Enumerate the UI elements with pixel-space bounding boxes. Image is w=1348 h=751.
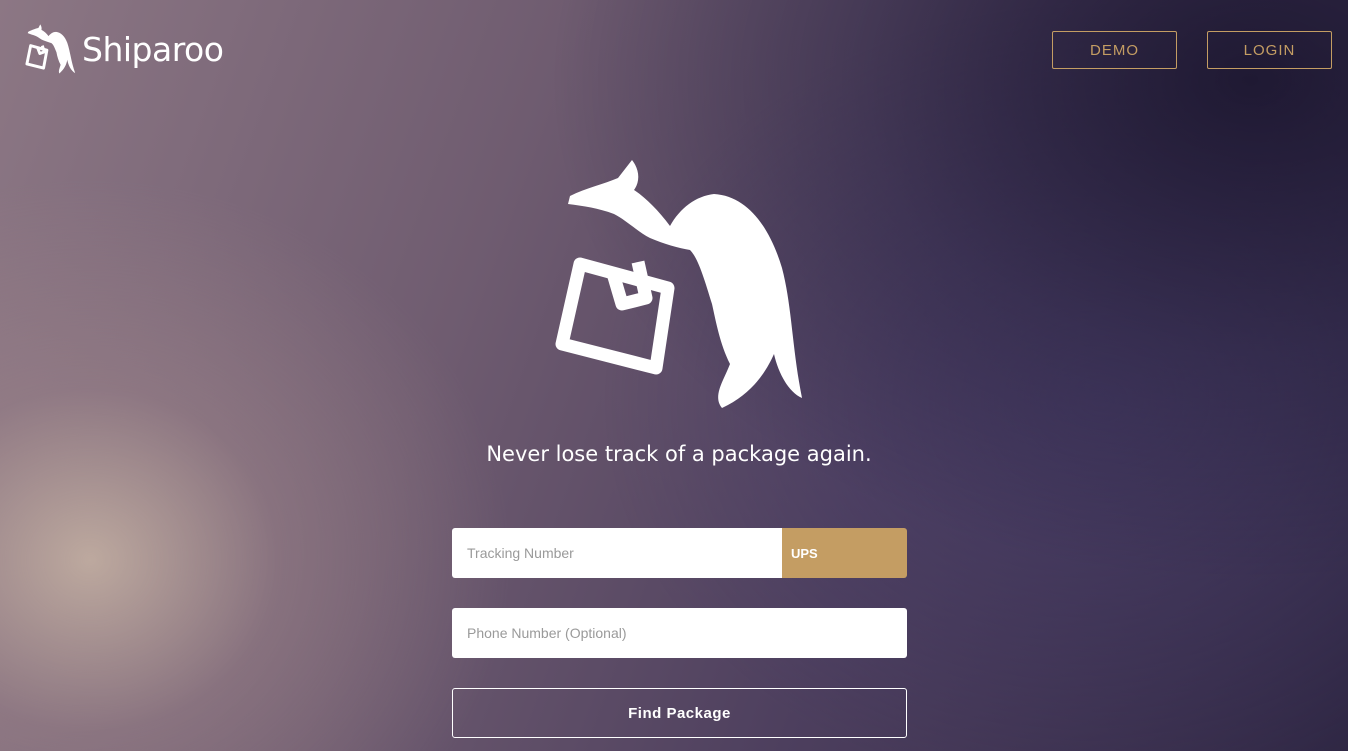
- tracking-row: UPS: [452, 528, 907, 578]
- kangaroo-package-icon: [555, 160, 802, 408]
- brand-logo[interactable]: Shiparoo: [24, 24, 224, 76]
- carrier-select[interactable]: UPS: [782, 528, 907, 578]
- phone-number-input[interactable]: [452, 608, 907, 658]
- demo-button[interactable]: DEMO: [1052, 31, 1177, 69]
- kangaroo-package-icon: [25, 24, 76, 74]
- phone-row: [452, 608, 907, 658]
- tracking-number-input[interactable]: [452, 528, 782, 578]
- hero-tagline: Never lose track of a package again.: [486, 442, 872, 466]
- brand-name: Shiparoo: [82, 30, 224, 69]
- find-package-button[interactable]: Find Package: [452, 688, 907, 738]
- login-button[interactable]: LOGIN: [1207, 31, 1332, 69]
